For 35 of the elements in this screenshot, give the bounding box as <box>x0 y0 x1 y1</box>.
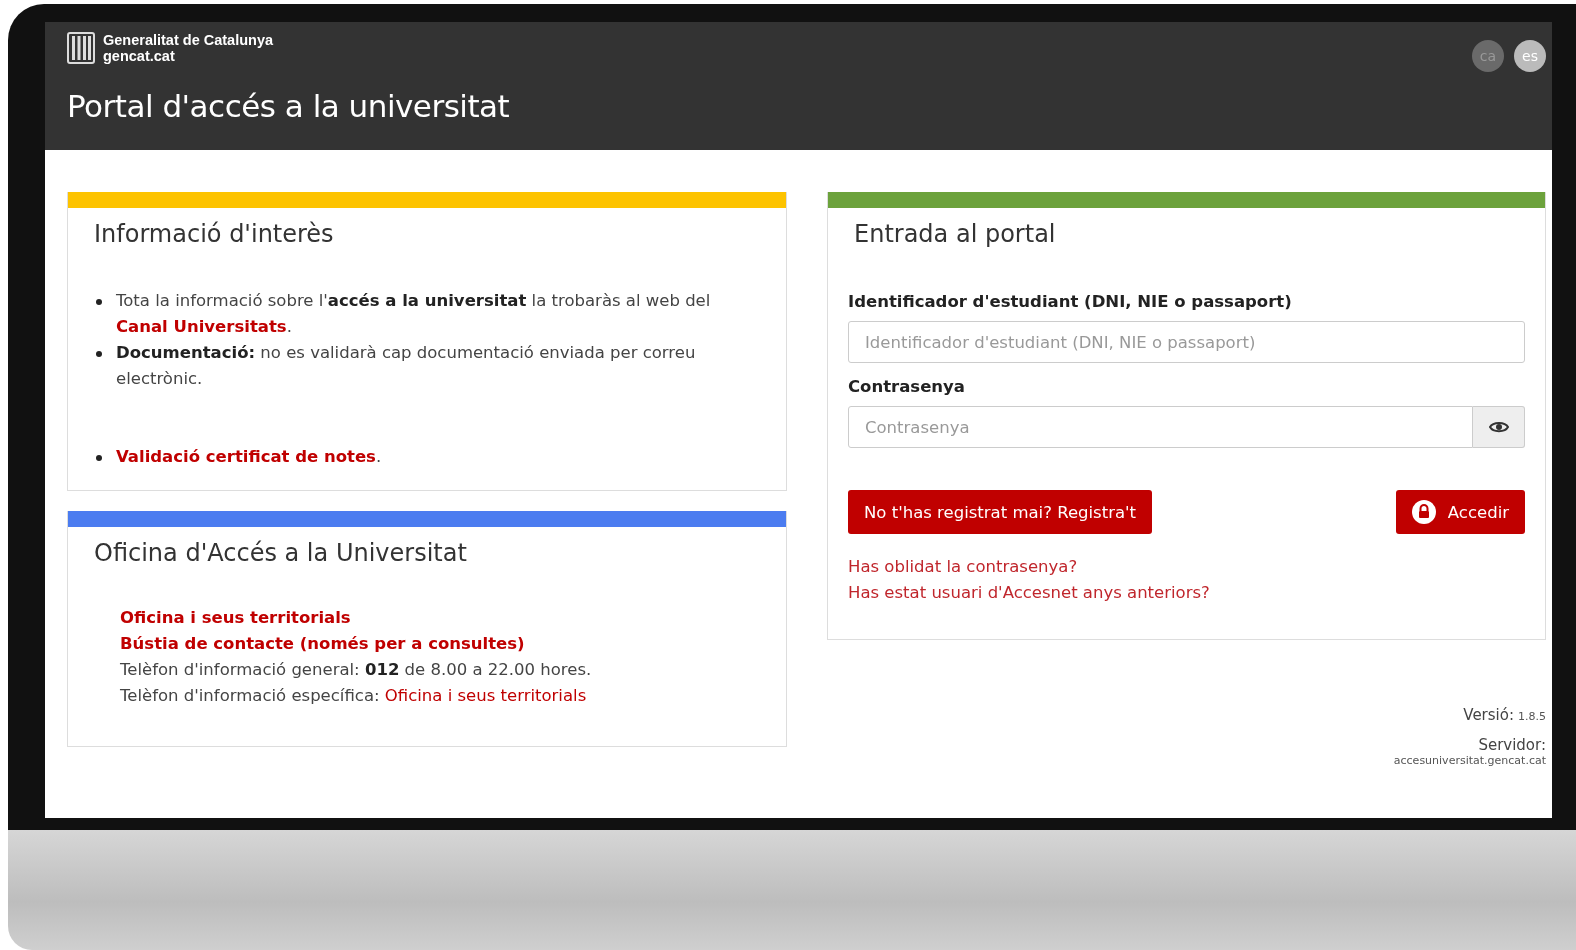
eye-icon <box>1488 420 1509 434</box>
id-input[interactable]: Identificador d'estudiant (DNI, NIE o passaport) <box>848 321 1525 363</box>
text-link[interactable]: Bústia de contacte (només per a consultes) <box>120 634 525 653</box>
info-text: Telèfon d'informació general: 012 de 8.00 a 22.00 hores. <box>120 659 593 681</box>
bullet-dot <box>96 299 102 305</box>
password-input[interactable]: Contrasenya <box>848 406 1473 448</box>
server-label: Servidor: <box>1478 736 1546 754</box>
text-link[interactable]: Has estat usuari d'Accesnet anys anteriors? <box>848 580 1210 606</box>
info-text: Telèfon d'informació específica: Oficina i seus territorials <box>120 685 588 707</box>
logo-icon <box>67 32 95 64</box>
info-text: Validació certificat de notes. <box>116 446 382 468</box>
text-link[interactable]: Has oblidat la contrasenya? <box>848 554 1078 580</box>
site-name: gencat.cat <box>103 48 176 64</box>
login-button[interactable]: Accedir <box>1395 490 1525 534</box>
text-link[interactable]: Validació certificat de notes <box>116 447 376 466</box>
bullet-dot <box>96 351 102 357</box>
organization-name: Generalitat de Catalunya <box>103 32 274 48</box>
show-password-button[interactable] <box>1473 406 1525 448</box>
field-label: Identificador d'estudiant (DNI, NIE o passaport) <box>848 292 1293 311</box>
server-name: accesuniversitat.gencat.cat <box>1393 754 1546 767</box>
card-title: Oficina d'Accés a la Universitat <box>94 539 468 567</box>
text-link[interactable]: Oficina i seus territorials <box>120 608 351 627</box>
info-text: Documentació: no es validarà cap documentació enviada per correu electrònic. <box>116 342 697 390</box>
lock-icon <box>1411 500 1436 524</box>
text-link[interactable]: Oficina i seus territorials <box>384 686 587 705</box>
bullet-dot <box>96 455 102 461</box>
info-text: Tota la informació sobre l'accés a la universitat la trobaràs al web del Canal Universitats. <box>116 290 712 338</box>
text-link[interactable]: Canal Universitats <box>116 317 287 336</box>
version-label: Versió: <box>1463 706 1514 724</box>
version-number: 1.8.5 <box>1518 710 1546 723</box>
card-title: Entrada al portal <box>854 220 1057 248</box>
field-label: Contrasenya <box>848 377 966 396</box>
register-button[interactable]: No t'has registrat mai? Registra't <box>848 490 1153 534</box>
page-title: Portal d'accés a la universitat <box>67 88 510 124</box>
card-title: Informació d'interès <box>94 220 335 248</box>
